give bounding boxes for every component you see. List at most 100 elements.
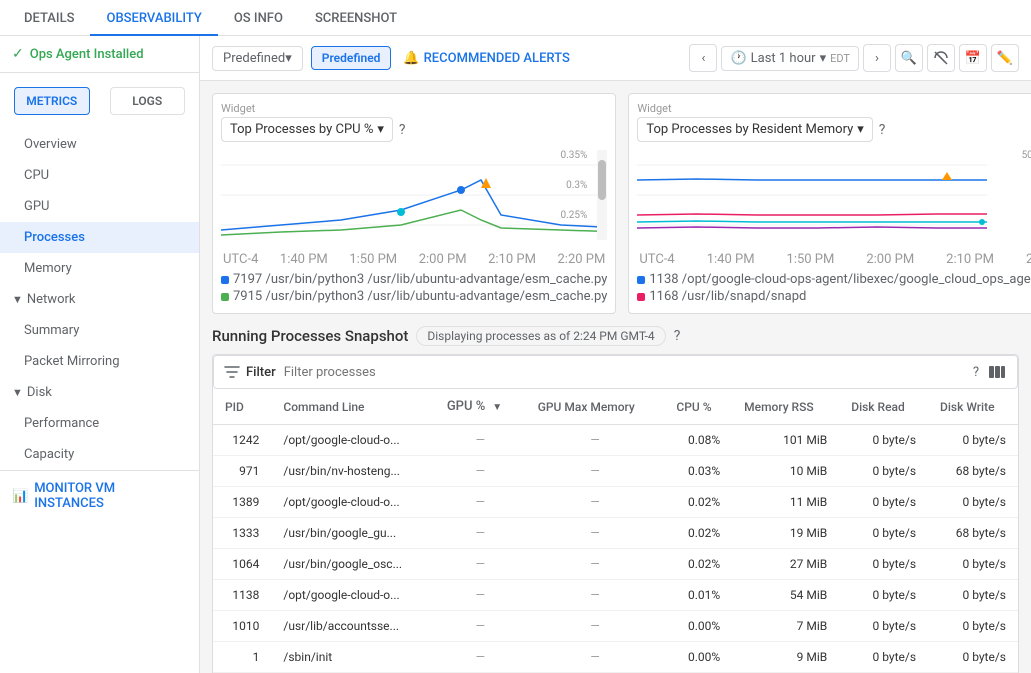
table-body: 1242 /opt/google-cloud-o... — — 0.08% 10… [213, 425, 1018, 673]
cell-pid: 1 [213, 642, 271, 673]
mem-x-0: UTC-4 [639, 252, 674, 267]
cpu-x-1: 1:40 PM [280, 252, 328, 267]
th-cpu: CPU % [664, 389, 732, 425]
time-arrow-icon: ▾ [820, 51, 827, 66]
sidebar-item-cpu[interactable]: CPU [0, 160, 199, 191]
cpu-x-5: 2:20 PM [557, 252, 605, 267]
processes-section: Running Processes Snapshot Displaying pr… [200, 326, 1031, 673]
sidebar-item-capacity[interactable]: Capacity [0, 439, 199, 470]
widget-mem-help-icon[interactable]: ? [879, 122, 886, 138]
table-row: 1333 /usr/bin/google_gu... — — 0.02% 19 … [213, 518, 1018, 549]
timezone-label: EDT [830, 52, 850, 65]
sidebar-item-summary[interactable]: Summary [0, 315, 199, 346]
widget-left-header: Top Processes by CPU % ▾ ? [221, 117, 607, 142]
tab-os-info[interactable]: OS INFO [218, 3, 299, 36]
tab-screenshot[interactable]: SCREENSHOT [299, 3, 413, 36]
cell-cpu: 0.02% [664, 518, 732, 549]
sidebar-item-performance[interactable]: Performance [0, 408, 199, 439]
search-icon[interactable]: 🔍 [895, 44, 923, 72]
cell-gpu: — [435, 580, 526, 611]
sidebar: ✓ Ops Agent Installed METRICS LOGS Overv… [0, 36, 200, 673]
logs-button[interactable]: LOGS [110, 87, 186, 115]
cpu-chart-scrollbar[interactable] [597, 150, 607, 240]
mem-legend-item-1: 1168 /usr/lib/snapd/snapd [637, 288, 1031, 305]
sort-icon: ▼ [492, 402, 502, 413]
widget-mem-title-select[interactable]: Top Processes by Resident Memory ▾ [637, 117, 872, 142]
mem-x-labels: UTC-4 1:40 PM 1:50 PM 2:00 PM 2:10 PM 2:… [637, 252, 1031, 267]
widget-right-label: Widget [637, 102, 1031, 115]
cell-cmd: /opt/google-cloud-o... [271, 425, 434, 456]
cell-cpu: 0.01% [664, 580, 732, 611]
predefined-active-btn[interactable]: Predefined [311, 46, 392, 70]
processes-help-icon[interactable]: ? [674, 328, 681, 344]
sidebar-group-network[interactable]: ▼ Network [0, 284, 199, 315]
th-disk-r: Disk Read [839, 389, 928, 425]
cell-gpu-max: — [526, 549, 665, 580]
sidebar-item-overview[interactable]: Overview [0, 129, 199, 160]
tab-details[interactable]: DETAILS [8, 3, 90, 36]
cpu-x-labels: UTC-4 1:40 PM 1:50 PM 2:00 PM 2:10 PM 2:… [221, 252, 607, 267]
filter-label: Filter [246, 365, 276, 380]
cell-gpu: — [435, 549, 526, 580]
cpu-x-3: 2:00 PM [419, 252, 467, 267]
cell-disk-r: 0 byte/s [839, 549, 928, 580]
predefined-dropdown[interactable]: Predefined ▾ [212, 46, 303, 71]
sidebar-item-processes[interactable]: Processes [0, 222, 199, 253]
filter-bar: Filter ? [213, 355, 1018, 389]
toolbar: Predefined ▾ Predefined 🔔 RECOMMENDED AL… [200, 36, 1031, 81]
cell-cpu: 0.03% [664, 456, 732, 487]
disk-label: Disk [27, 385, 52, 400]
filter-help-icon[interactable]: ? [973, 365, 979, 380]
widgets-row: Widget Top Processes by CPU % ▾ ? 0.35% … [200, 81, 1031, 326]
recommended-alerts-link[interactable]: 🔔 RECOMMENDED ALERTS [403, 51, 569, 66]
edit-icon[interactable]: ✏️ [991, 44, 1019, 72]
columns-icon[interactable] [987, 362, 1007, 382]
cell-gpu-max: — [526, 518, 665, 549]
sidebar-item-memory[interactable]: Memory [0, 253, 199, 284]
sidebar-group-disk[interactable]: ▼ Disk [0, 377, 199, 408]
sidebar-item-gpu[interactable]: GPU [0, 191, 199, 222]
nav-next-icon[interactable]: › [863, 44, 891, 72]
table-row: 1 /sbin/init — — 0.00% 9 MiB 0 byte/s 0 … [213, 642, 1018, 673]
recommended-alerts-label: RECOMMENDED ALERTS [424, 51, 570, 66]
sidebar-item-packet-mirroring[interactable]: Packet Mirroring [0, 346, 199, 377]
cpu-legend-dot-0 [221, 276, 229, 284]
agent-label: Ops Agent Installed [30, 47, 144, 62]
widget-cpu-help-icon[interactable]: ? [399, 122, 406, 138]
calendar-icon[interactable]: 📅 [959, 44, 987, 72]
cell-disk-r: 0 byte/s [839, 642, 928, 673]
metrics-button[interactable]: METRICS [14, 87, 90, 115]
cpu-legend-item-0: 7197 /usr/bin/python3 /usr/lib/ubuntu-ad… [221, 271, 607, 288]
check-icon: ✓ [12, 46, 24, 62]
th-gpu-label: GPU % [447, 399, 485, 414]
cpu-chart: 0.35% 0.3% 0.25% [221, 150, 607, 250]
cell-gpu: — [435, 642, 526, 673]
cpu-legend-dot-1 [221, 293, 229, 301]
tab-observability[interactable]: OBSERVABILITY [90, 3, 217, 36]
th-mem: Memory RSS [732, 389, 839, 425]
filter-input[interactable] [284, 365, 973, 380]
no-alert-icon[interactable] [927, 44, 955, 72]
cell-disk-w: 0 byte/s [928, 549, 1018, 580]
cpu-legend-text-0: 7197 /usr/bin/python3 /usr/lib/ubuntu-ad… [233, 272, 607, 287]
table-row: 1389 /opt/google-cloud-o... — — 0.02% 11… [213, 487, 1018, 518]
cell-gpu: — [435, 487, 526, 518]
cell-pid: 1010 [213, 611, 271, 642]
widget-cpu-title-select[interactable]: Top Processes by CPU % ▾ [221, 117, 393, 142]
cpu-scrollbar-thumb [598, 160, 606, 200]
nav-prev-icon[interactable]: ‹ [689, 44, 717, 72]
cpu-x-0: UTC-4 [223, 252, 258, 267]
cell-pid: 1242 [213, 425, 271, 456]
th-cmd: Command Line [271, 389, 434, 425]
th-gpu[interactable]: GPU % ▼ [435, 389, 526, 425]
time-range-btn[interactable]: 🕐 Last 1 hour ▾ EDT [721, 46, 859, 71]
filter-icon [224, 364, 240, 380]
cpu-x-2: 1:50 PM [349, 252, 397, 267]
mem-legend-dot-1 [637, 293, 645, 301]
table-row: 971 /usr/bin/nv-hosteng... — — 0.03% 10 … [213, 456, 1018, 487]
cell-gpu-max: — [526, 487, 665, 518]
cell-gpu-max: — [526, 642, 665, 673]
mem-chart: 500MiB [637, 150, 1031, 250]
monitor-vm-instances-button[interactable]: 📊 MONITOR VM INSTANCES [0, 470, 199, 521]
cell-disk-r: 0 byte/s [839, 456, 928, 487]
